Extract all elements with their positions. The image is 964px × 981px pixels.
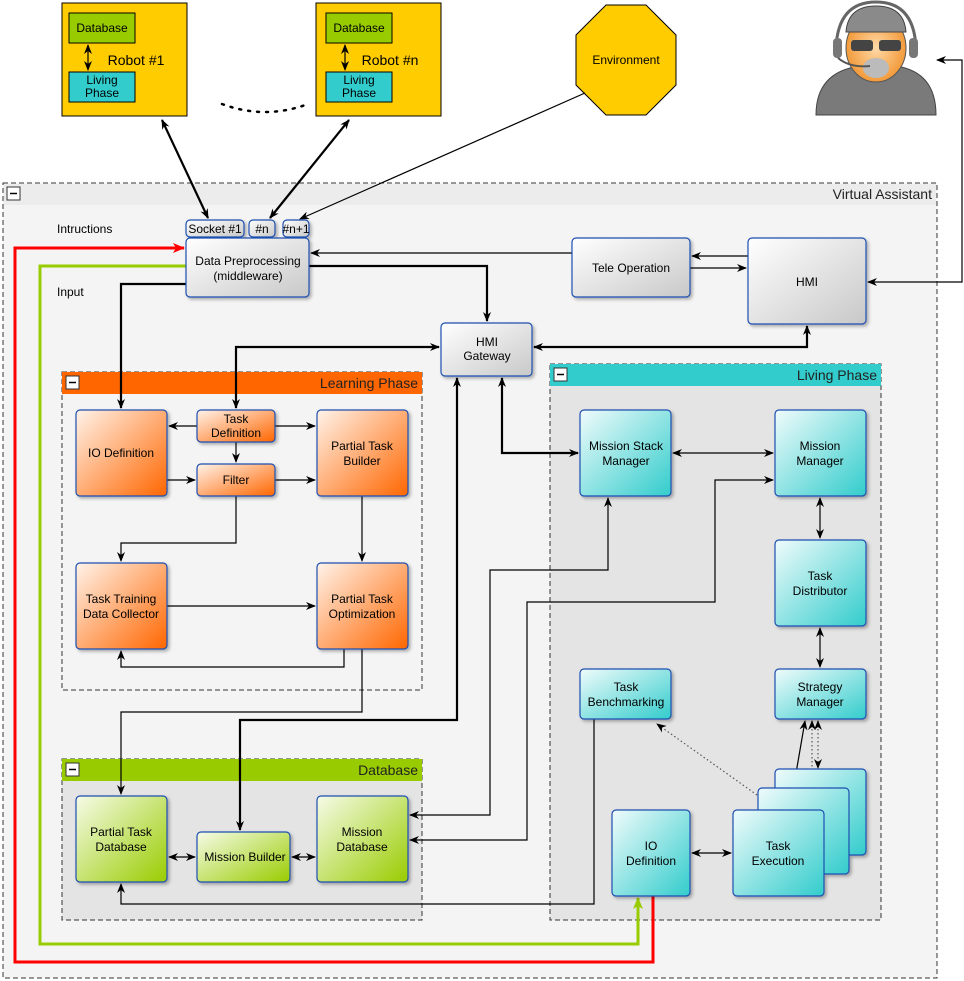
box-label: Strategy xyxy=(798,680,843,694)
box-label: Learning Phase xyxy=(320,375,418,391)
box-label: Filter xyxy=(223,473,250,487)
box-label: Environment xyxy=(592,53,660,67)
box-label: Task Training xyxy=(86,592,157,606)
task-distributor[interactable] xyxy=(774,539,867,627)
box-label: Mission Manager xyxy=(796,439,843,468)
box-label: Manager xyxy=(602,454,649,468)
box-label: Data Preprocessing xyxy=(195,254,300,268)
environment: Environment xyxy=(575,4,677,116)
architecture-diagram: Database Living Phase Robot #1 Database L… xyxy=(2,0,963,979)
robot-n-database: Database xyxy=(333,21,385,35)
box-label: Optimization xyxy=(329,607,396,621)
box-label: Mission xyxy=(342,825,383,839)
box-label: Manager xyxy=(796,454,843,468)
box-label: Benchmarking xyxy=(588,695,665,709)
box-label: #n+1 xyxy=(282,222,309,236)
box-label: Living Phase xyxy=(342,73,376,100)
box-label: Partial Task Database xyxy=(90,825,153,854)
box-label: IO xyxy=(645,839,658,853)
box-label: Gateway xyxy=(463,349,510,363)
box-label: #n xyxy=(255,222,268,236)
box-label: Socket #1 xyxy=(188,222,242,236)
robot-n-title: Robot #n xyxy=(362,52,419,68)
box-label: Partial Task Optimization xyxy=(329,592,396,621)
box-label: HMI xyxy=(796,275,818,289)
box-label: Database xyxy=(336,840,388,854)
box-label: Manager xyxy=(796,695,843,709)
mission-manager[interactable] xyxy=(774,409,867,497)
box-label: Task xyxy=(614,680,640,694)
box-label: Living Phase xyxy=(85,73,119,100)
box-label: Mission xyxy=(800,439,841,453)
box-label: Task Training Data Collector xyxy=(83,592,159,621)
box-label: Partial Task xyxy=(331,439,394,453)
box-label: Definition xyxy=(626,854,676,868)
box-label: Partial Task xyxy=(90,825,153,839)
box-label: Strategy Manager xyxy=(796,680,843,709)
mission-database[interactable] xyxy=(316,795,409,883)
robots-ellipsis xyxy=(220,102,310,114)
task-benchmarking[interactable] xyxy=(579,668,672,720)
instructions-label: Intructions xyxy=(57,222,112,236)
task-execution-1[interactable] xyxy=(732,809,825,897)
box-label: Task xyxy=(766,839,792,853)
box-label: Phase xyxy=(342,86,376,100)
box-label: Builder xyxy=(343,454,380,468)
robot-1-title: Robot #1 xyxy=(108,52,165,68)
box-label: Task xyxy=(224,412,250,426)
box-label: Database xyxy=(95,840,147,854)
box-label: Tele Operation xyxy=(592,261,670,275)
box-label: (middleware) xyxy=(213,269,282,283)
mission-stack-manager[interactable] xyxy=(579,409,672,497)
partial-task-builder[interactable] xyxy=(316,409,409,497)
box-label: Mission Stack xyxy=(589,439,664,453)
box-label: HMI xyxy=(476,335,498,349)
box-label: IO Definition xyxy=(88,446,154,460)
box-label: Database xyxy=(358,762,418,778)
box-label: Execution xyxy=(752,854,805,868)
box-label: Living Phase xyxy=(797,367,877,383)
operator-headset-icon xyxy=(815,0,937,116)
virtual-assistant-title: Virtual Assistant xyxy=(833,186,932,202)
robot-1-database: Database xyxy=(76,21,128,35)
box-label: Partial Task xyxy=(331,592,394,606)
partial-task-optimization[interactable] xyxy=(316,562,409,650)
partial-task-database[interactable] xyxy=(75,795,168,883)
io-definition-living[interactable] xyxy=(611,809,691,897)
box-label: Distributor xyxy=(793,584,848,598)
box-label: Mission Database xyxy=(336,825,388,854)
strategy-manager[interactable] xyxy=(774,668,867,720)
robot-1: Database Living Phase Robot #1 xyxy=(61,2,188,117)
box-label: Living xyxy=(86,73,117,87)
box-label: Phase xyxy=(85,86,119,100)
robot-n: Database Living Phase Robot #n xyxy=(315,2,442,117)
task-training-data-collector[interactable] xyxy=(75,562,168,650)
box-label: Definition xyxy=(211,426,261,440)
box-label: Data Collector xyxy=(83,607,159,621)
input-label: Input xyxy=(57,285,84,299)
box-label: Mission Builder xyxy=(204,850,285,864)
box-label: Task xyxy=(808,569,834,583)
box-label: Living xyxy=(343,73,374,87)
